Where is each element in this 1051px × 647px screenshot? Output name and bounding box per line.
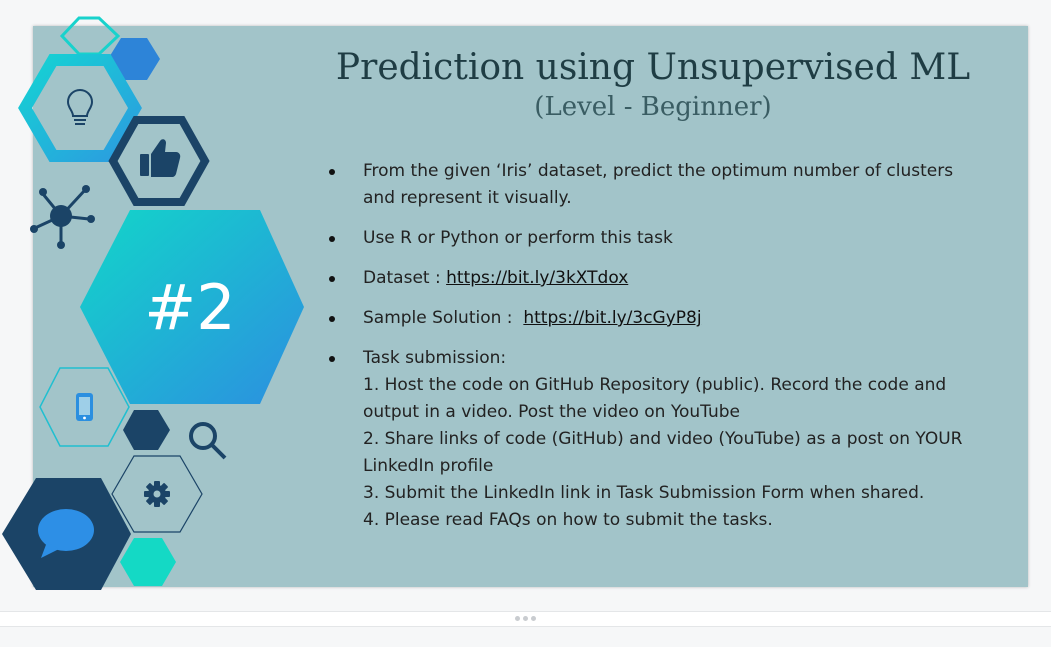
slide-subtitle: (Level - Beginner) <box>534 92 772 122</box>
submission-step: 2. Share links of code (GitHub) and vide… <box>363 429 963 476</box>
sample-solution-link[interactable]: https://bit.ly/3cGyP8j <box>523 308 701 328</box>
slide-title: Prediction using Unsupervised ML <box>335 47 971 88</box>
bullet-item: From the given ‘Iris’ dataset, predict t… <box>323 158 983 212</box>
dataset-link[interactable]: https://bit.ly/3kXTdox <box>446 268 628 288</box>
hexagon-lightbulb <box>18 54 142 162</box>
submission-step: 1. Host the code on GitHub Repository (p… <box>363 375 947 422</box>
badge-number: #2 <box>144 271 235 344</box>
dataset-label: Dataset : <box>363 268 447 288</box>
bullet-item: Dataset : https://bit.ly/3kXTdox <box>323 265 983 292</box>
phone-icon <box>76 393 93 421</box>
network-icon <box>30 185 95 249</box>
more-options-icon[interactable] <box>515 616 536 621</box>
submission-step: 3. Submit the LinkedIn link in Task Subm… <box>363 483 925 503</box>
hexagon-navy-small <box>123 410 170 450</box>
hexagon-teal-small <box>120 538 176 586</box>
slide: #2 Prediction using Unsupervised ML (Lev… <box>2 16 1028 590</box>
lightbulb-icon <box>66 88 94 125</box>
magnifier-icon <box>189 422 227 460</box>
bullet-text: From the given ‘Iris’ dataset, predict t… <box>363 161 954 208</box>
bullet-text: Use R or Python or perform this task <box>363 228 673 248</box>
bullet-item: Use R or Python or perform this task <box>323 225 983 252</box>
gear-icon <box>144 481 170 507</box>
task-bullet-list: From the given ‘Iris’ dataset, predict t… <box>323 158 983 547</box>
bullet-item: Task submission: 1. Host the code on Git… <box>323 345 983 534</box>
submission-heading: Task submission: <box>363 348 507 368</box>
bullet-item: Sample Solution : https://bit.ly/3cGyP8j <box>323 305 983 332</box>
submission-step: 4. Please read FAQs on how to submit the… <box>363 510 773 530</box>
hexagon-outline-small <box>59 16 121 56</box>
thumbs-up-icon <box>140 139 181 177</box>
sample-solution-label: Sample Solution : <box>363 308 524 328</box>
